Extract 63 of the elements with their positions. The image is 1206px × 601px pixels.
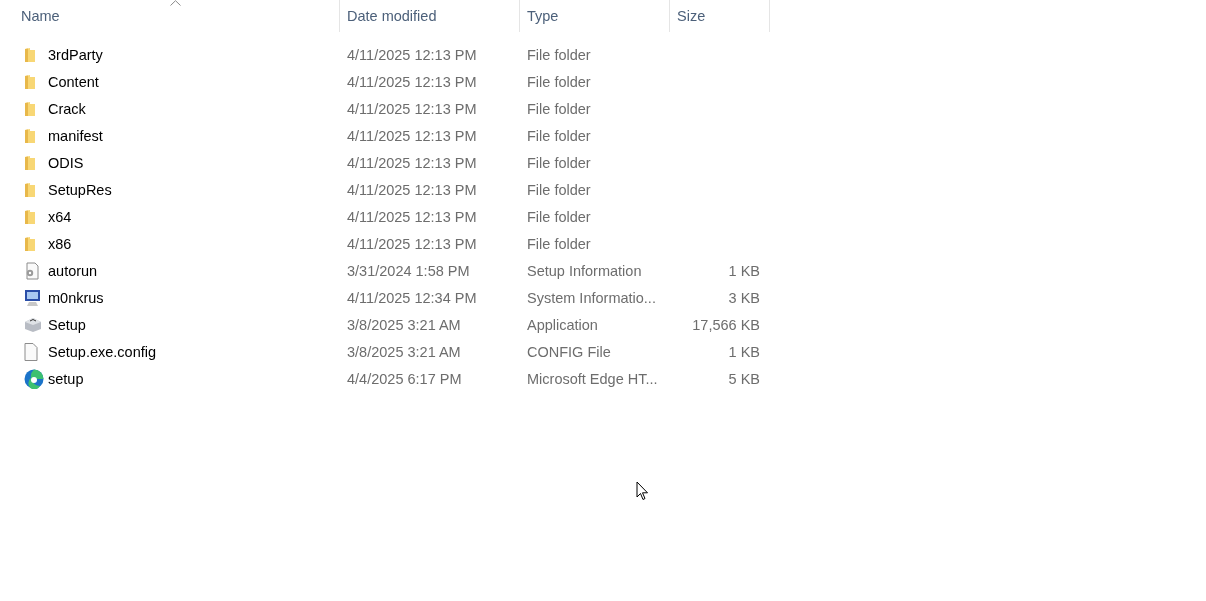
- date-modified: 3/31/2024 1:58 PM: [347, 262, 470, 279]
- file-type: File folder: [527, 46, 591, 63]
- file-type: Application: [527, 316, 598, 333]
- date-modified: 4/11/2025 12:34 PM: [347, 289, 477, 306]
- file-name[interactable]: x86: [48, 235, 72, 252]
- folder-icon: [24, 235, 36, 252]
- date-modified: 3/8/2025 3:21 AM: [347, 343, 461, 360]
- sort-caret-icon: [169, 0, 181, 6]
- column-header[interactable]: Type: [527, 8, 559, 24]
- column-header[interactable]: Name: [21, 8, 60, 24]
- file-size: 5 KB: [728, 370, 760, 387]
- date-modified: 3/8/2025 3:21 AM: [347, 316, 461, 333]
- date-modified: 4/4/2025 6:17 PM: [347, 370, 462, 387]
- file-type: Setup Information: [527, 262, 642, 279]
- file-type: File folder: [527, 73, 591, 90]
- browser-icon: [24, 368, 44, 389]
- file-size: 1 KB: [728, 262, 760, 279]
- column-header[interactable]: Size: [677, 8, 706, 24]
- folder-icon: [24, 100, 36, 117]
- file-size: 17,566 KB: [692, 316, 760, 333]
- file-type: File folder: [527, 127, 591, 144]
- file-name[interactable]: 3rdParty: [48, 46, 103, 63]
- file-type: System Informatio...: [527, 289, 656, 306]
- date-modified: 4/11/2025 12:13 PM: [347, 46, 477, 63]
- file-name[interactable]: manifest: [48, 127, 103, 144]
- file-type: File folder: [527, 235, 591, 252]
- monitor-icon: [24, 288, 42, 307]
- file-name[interactable]: Crack: [48, 100, 86, 117]
- file-type: File folder: [527, 208, 591, 225]
- settings-file-icon: [24, 261, 40, 280]
- file-name[interactable]: m0nkrus: [48, 289, 104, 306]
- folder-icon: [24, 73, 36, 90]
- date-modified: 4/11/2025 12:13 PM: [347, 235, 477, 252]
- installer-box-icon: [24, 316, 42, 333]
- file-name[interactable]: SetupRes: [48, 181, 112, 198]
- file-name[interactable]: Setup.exe.config: [48, 343, 157, 360]
- file-name[interactable]: setup: [48, 370, 84, 387]
- folder-icon: [24, 208, 36, 225]
- date-modified: 4/11/2025 12:13 PM: [347, 127, 477, 144]
- column-header[interactable]: Date modified: [347, 8, 437, 24]
- date-modified: 4/11/2025 12:13 PM: [347, 73, 477, 90]
- file-name[interactable]: x64: [48, 208, 72, 225]
- file-name[interactable]: Content: [48, 73, 99, 90]
- file-type: Microsoft Edge HT...: [527, 370, 658, 387]
- folder-icon: [24, 181, 36, 198]
- date-modified: 4/11/2025 12:13 PM: [347, 100, 477, 117]
- file-size: 3 KB: [728, 289, 760, 306]
- folder-icon: [24, 154, 36, 171]
- file-type: File folder: [527, 100, 591, 117]
- folder-icon: [24, 127, 36, 144]
- date-modified: 4/11/2025 12:13 PM: [347, 208, 477, 225]
- file-name[interactable]: autorun: [48, 262, 98, 279]
- folder-icon: [24, 46, 36, 63]
- date-modified: 4/11/2025 12:13 PM: [347, 181, 477, 198]
- file-name[interactable]: ODIS: [48, 154, 84, 171]
- file-type: File folder: [527, 154, 591, 171]
- mouse-cursor-icon: [636, 481, 649, 501]
- file-name[interactable]: Setup: [48, 316, 86, 333]
- date-modified: 4/11/2025 12:13 PM: [347, 154, 477, 171]
- file-type: File folder: [527, 181, 591, 198]
- file-icon: [24, 342, 38, 361]
- file-type: CONFIG File: [527, 343, 611, 360]
- file-size: 1 KB: [728, 343, 760, 360]
